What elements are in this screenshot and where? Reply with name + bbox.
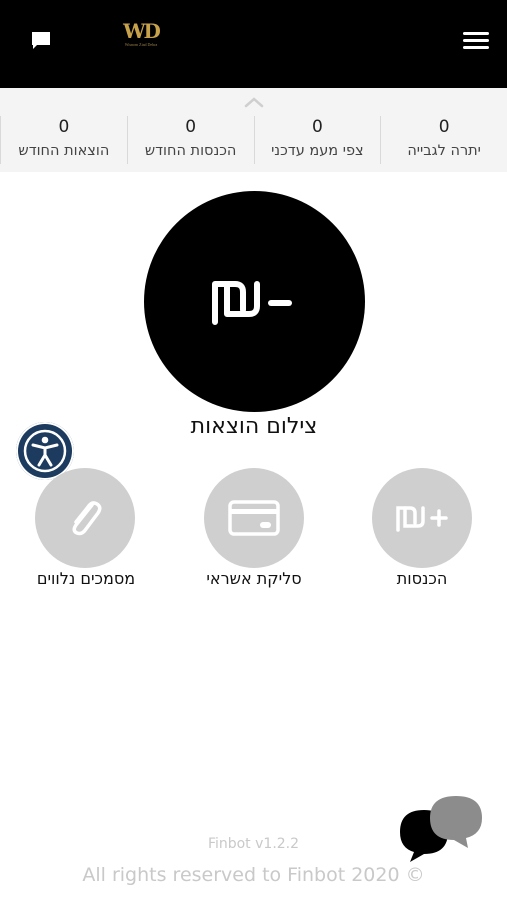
shekel-plus-icon <box>396 506 448 532</box>
stats-row: 0 יתרה לגבייה 0 צפי מעמ עדכני 0 הכנסות ה… <box>0 116 507 164</box>
capture-expenses-label: צילום הוצאות <box>190 414 318 439</box>
top-bar: WD Wisnom Ziad Debra <box>0 0 507 88</box>
stat-label: צפי מעמ עדכני <box>271 143 364 159</box>
copyright-text: All rights reserved to Finbot 2020 © <box>82 864 425 886</box>
credit-clearing-label: סליקת אשראי <box>206 569 302 588</box>
stat-value: 0 <box>58 117 70 137</box>
stat-month-income: 0 הכנסות החודש <box>126 116 254 164</box>
logo: WD Wisnom Ziad Debra <box>112 20 170 64</box>
income-label: הכנסות <box>396 569 448 588</box>
credit-card-icon <box>228 500 280 536</box>
logo-mark: WD <box>123 19 161 43</box>
shekel-minus-icon <box>211 280 292 325</box>
stat-balance-due: 0 יתרה לגבייה <box>380 116 507 164</box>
stat-value: 0 <box>185 117 197 137</box>
stat-label: יתרה לגבייה <box>407 143 481 159</box>
paperclip-icon <box>72 501 102 536</box>
capture-expenses-button[interactable] <box>144 191 365 412</box>
stat-month-expenses: 0 הוצאות החודש <box>0 116 127 164</box>
chevron-up-icon[interactable] <box>243 94 265 108</box>
stat-value: 0 <box>438 117 450 137</box>
credit-clearing-button[interactable] <box>204 468 304 568</box>
stat-label: הוצאות החודש <box>18 143 110 159</box>
hamburger-menu-icon[interactable] <box>463 32 489 52</box>
chat-bubbles-icon[interactable] <box>396 792 488 864</box>
chat-icon[interactable] <box>29 29 53 53</box>
stat-label: הכנסות החודש <box>144 143 237 159</box>
stat-vat-forecast: 0 צפי מעמ עדכני <box>253 116 381 164</box>
income-button[interactable] <box>372 468 472 568</box>
logo-subtitle: Wisnom Ziad Debra <box>124 42 158 47</box>
attached-documents-button[interactable] <box>35 468 135 568</box>
stat-value: 0 <box>311 117 323 137</box>
attached-documents-label: מסמכים נלווים <box>36 569 136 588</box>
